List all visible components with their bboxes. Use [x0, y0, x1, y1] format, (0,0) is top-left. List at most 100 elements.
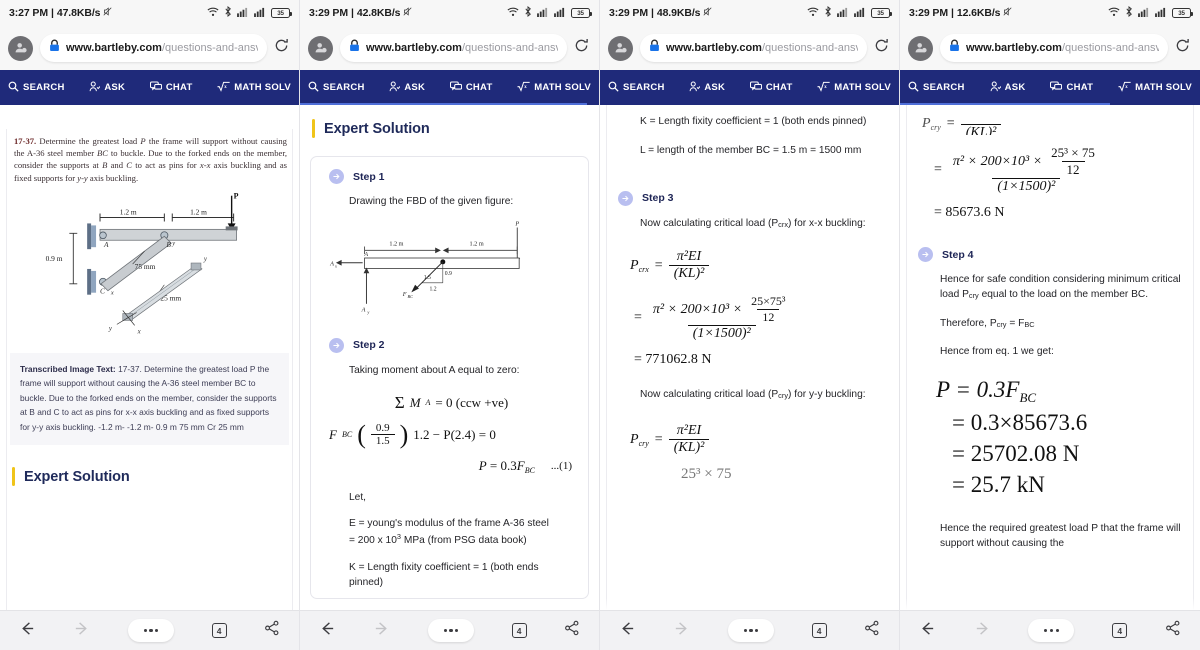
back-arrow-icon[interactable]: [319, 620, 336, 642]
nav-search[interactable]: SEARCH: [608, 81, 665, 95]
reload-icon[interactable]: [1175, 38, 1192, 58]
back-arrow-icon[interactable]: [919, 620, 936, 642]
equation-remainder: 1.2 − P(2.4) = 0: [413, 426, 496, 442]
nav-math-solver[interactable]: x MATH SOLV: [217, 81, 291, 95]
label-a: A: [103, 240, 109, 249]
page-content[interactable]: Expert Solution Step 1 Drawing the FBD o…: [300, 105, 599, 610]
step-2-label: Step 2: [353, 339, 385, 352]
status-time: 3:29 PM: [309, 7, 348, 19]
back-arrow-icon[interactable]: [619, 620, 636, 642]
svg-text:x: x: [334, 263, 337, 268]
lock-icon: [649, 39, 660, 57]
step-4-eq-ref-text: Hence from eq. 1 we get:: [940, 346, 1054, 358]
svg-text:y: y: [171, 240, 175, 247]
forward-arrow-icon: [673, 620, 690, 642]
menu-three-dots-button[interactable]: [1028, 619, 1075, 642]
step-4-header[interactable]: Step 4: [900, 247, 1200, 262]
signal-1-icon: [837, 7, 849, 20]
equation-sum-moments: Σ MA = 0 (ccw +ve): [394, 392, 509, 412]
youngs-modulus-text: E = young's modulus of the frame A-36 st…: [349, 518, 549, 547]
nav-math-solver[interactable]: x MATH SOLV: [1118, 81, 1192, 95]
menu-three-dots-button[interactable]: [427, 619, 474, 642]
back-arrow-icon[interactable]: [19, 620, 36, 642]
nav-math-solver[interactable]: x MATH SOLV: [817, 81, 891, 95]
step-3-label: Step 3: [642, 192, 674, 205]
status-time: 3:29 PM: [609, 7, 648, 19]
expert-accent-bar: [312, 119, 315, 138]
nav-search[interactable]: SEARCH: [8, 81, 65, 95]
reload-icon[interactable]: [574, 38, 591, 58]
wifi-icon: [207, 7, 219, 20]
fbd-tri-2: 0.9: [445, 271, 452, 277]
nav-ask[interactable]: ASK: [689, 81, 725, 95]
cry-inner-den: 12: [1061, 161, 1085, 178]
battery-indicator: 35: [271, 8, 292, 18]
address-bar[interactable]: www.bartleby.com/questions-and-ansv: [40, 34, 267, 62]
battery-indicator: 35: [871, 8, 892, 18]
pcrx-inner-num: 25×75³: [751, 294, 786, 309]
tab-count-button[interactable]: 4: [1112, 623, 1128, 638]
menu-three-dots-button[interactable]: [727, 619, 774, 642]
content-fade: [600, 598, 899, 610]
status-separator: |: [50, 7, 54, 19]
step-1-header[interactable]: Step 1: [311, 169, 588, 184]
nav-chat[interactable]: CHAT: [1050, 81, 1093, 95]
content-rule-right: [1193, 105, 1194, 610]
problem-figure: 1.2 m 1.2 m P 0.9 m A B C x y 75 mm 25 m…: [0, 184, 299, 345]
reload-icon[interactable]: [874, 38, 891, 58]
page-content[interactable]: Pcry = (KL)² = π² × 200×10³ × 25³ × 75 1…: [900, 105, 1200, 610]
profile-avatar[interactable]: [308, 35, 333, 61]
bluetooth-icon: [524, 6, 532, 20]
status-network-speed: 47.8KB/s: [56, 7, 101, 19]
nav-ask[interactable]: ASK: [389, 81, 425, 95]
profile-avatar[interactable]: [8, 35, 33, 61]
nav-ask[interactable]: ASK: [990, 81, 1026, 95]
nav-chat[interactable]: CHAT: [749, 81, 793, 95]
nav-chat-label: CHAT: [1066, 82, 1094, 93]
fbd-label-fbc: F: [402, 291, 407, 298]
profile-avatar[interactable]: [608, 35, 633, 61]
lock-icon: [349, 39, 360, 57]
nav-search[interactable]: SEARCH: [308, 81, 365, 95]
share-icon[interactable]: [564, 620, 580, 641]
nav-search-label: SEARCH: [23, 82, 65, 93]
mute-icon: [1003, 7, 1012, 19]
pcrx-result: = 771062.8 N: [634, 352, 712, 368]
page-content[interactable]: 17-37. Determine the greatest load P the…: [0, 105, 299, 610]
problem-statement: 17-37. Determine the greatest load P the…: [14, 136, 288, 183]
nav-chat[interactable]: CHAT: [149, 81, 193, 95]
nav-ask[interactable]: ASK: [89, 81, 125, 95]
step-2-equations: Σ MA = 0 (ccw +ve) F BC ( 0.9 1.5 ) 1.2 …: [311, 379, 588, 475]
cry-result: = 85673.6 N: [934, 205, 1005, 220]
forward-arrow-icon: [373, 620, 390, 642]
step-2-header[interactable]: Step 2: [311, 337, 588, 353]
share-icon[interactable]: [864, 620, 880, 641]
page-content[interactable]: K = Length fixity coefficient = 1 (both …: [600, 105, 899, 610]
tab-count-button[interactable]: 4: [211, 623, 227, 638]
nav-math-solver[interactable]: x MATH SOLV: [517, 81, 591, 95]
address-bar[interactable]: www.bartleby.com/questions-and-ansv: [640, 34, 867, 62]
url-text: www.bartleby.com/questions-and-ansv: [966, 42, 1159, 54]
share-icon[interactable]: [1165, 620, 1181, 641]
status-network-speed: 42.8KB/s: [356, 7, 401, 19]
reload-icon[interactable]: [274, 38, 291, 58]
step-3-header[interactable]: Step 3: [600, 190, 899, 206]
address-bar[interactable]: www.bartleby.com/questions-and-ansv: [940, 34, 1168, 62]
step-2-text: Taking moment about A equal to zero:: [349, 364, 520, 376]
tab-count-button[interactable]: 4: [511, 623, 527, 638]
wifi-icon: [1108, 7, 1120, 20]
lock-icon: [949, 39, 960, 57]
nav-chat-label: CHAT: [165, 82, 193, 93]
pcrx-equation: Pcrx = π²EI (KL)² = π² × 200×10³ × 25×75…: [600, 231, 899, 368]
menu-three-dots-button[interactable]: [127, 619, 174, 642]
nav-math-solver-label: MATH SOLV: [1135, 82, 1192, 93]
fbd-label-ay: A: [361, 306, 366, 313]
address-bar[interactable]: www.bartleby.com/questions-and-ansv: [340, 34, 567, 62]
share-icon[interactable]: [264, 620, 280, 641]
nav-search[interactable]: SEARCH: [908, 81, 965, 95]
profile-avatar[interactable]: [908, 35, 933, 61]
tab-count-button[interactable]: 4: [811, 623, 827, 638]
final-eq-2: = 0.3×85673.6: [952, 409, 1088, 435]
nav-chat[interactable]: CHAT: [449, 81, 493, 95]
frac-numerator: 0.9: [375, 422, 390, 435]
